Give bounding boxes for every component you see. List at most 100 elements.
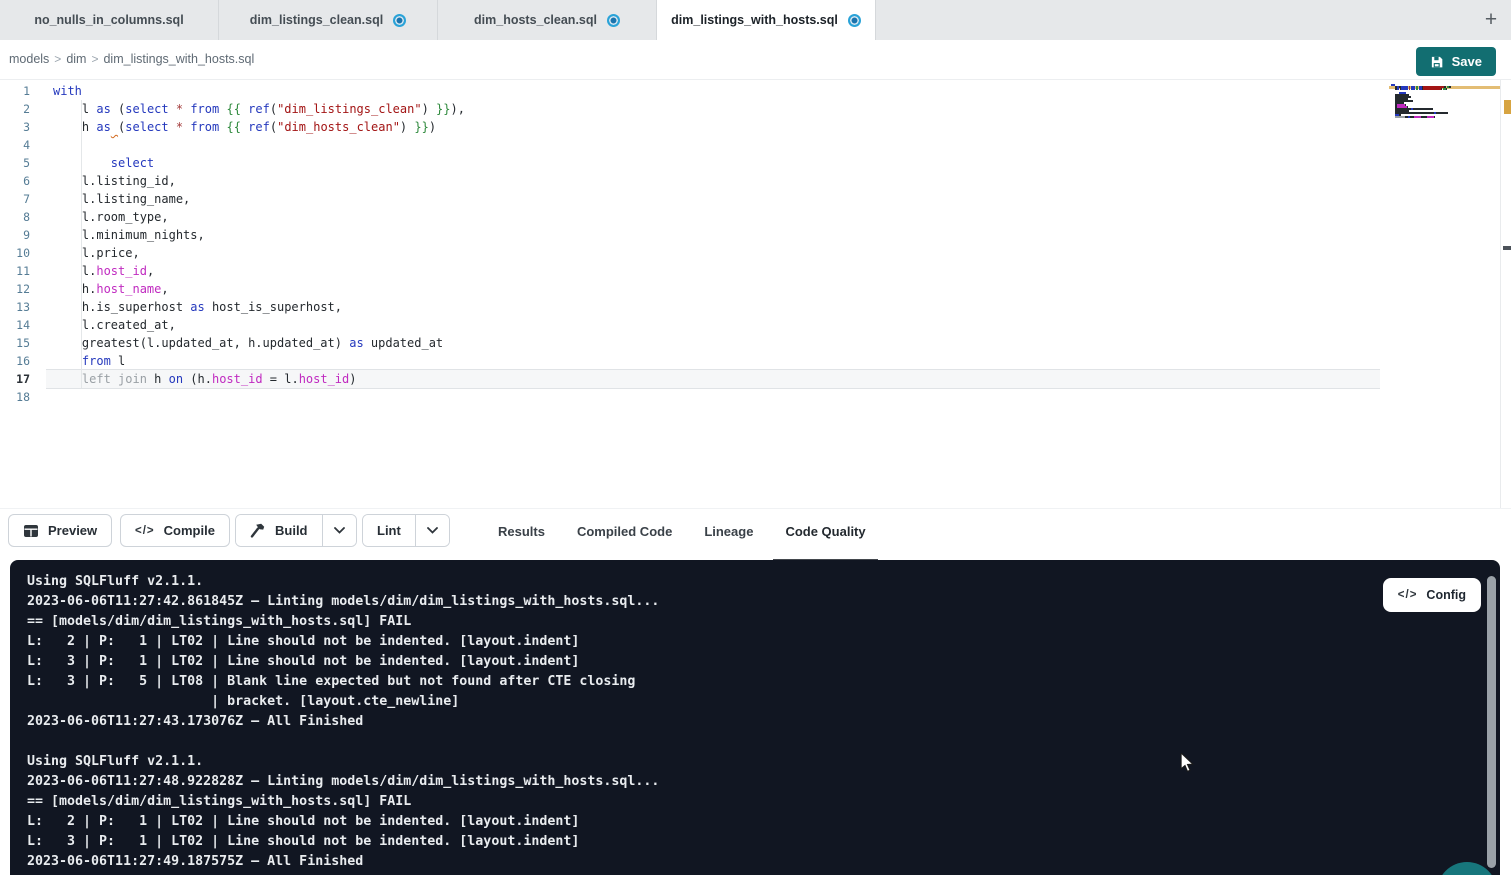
build-dropdown-button[interactable] [322,515,356,546]
code-token: as [96,120,110,134]
config-button[interactable]: </> Config [1383,578,1481,612]
build-button[interactable]: Build [236,515,322,546]
panel-tabs: ResultsCompiled CodeLineageCode Quality [486,509,878,553]
code-line[interactable]: l.price, [53,244,465,262]
line-number: 4 [0,136,46,154]
tab-label: dim_listings_with_hosts.sql [671,13,838,27]
config-button-label: Config [1426,588,1466,602]
unsaved-changes-dot-icon [848,14,861,27]
line-number: 18 [0,388,46,406]
code-line[interactable]: from l [53,352,465,370]
code-token [169,120,176,134]
code-line[interactable]: l.host_id, [53,262,465,280]
code-token: ( [270,102,277,116]
line-number: 6 [0,172,46,190]
minimap[interactable] [1389,84,1500,144]
code-token: ref [248,102,270,116]
editor-tab[interactable]: dim_hosts_clean.sql [438,0,657,40]
code-token: l.room_type, [53,210,169,224]
dbt-ide-window: no_nulls_in_columns.sql dim_listings_clea… [0,0,1511,875]
code-line[interactable]: l.listing_name, [53,190,465,208]
panel-tab-code-quality[interactable]: Code Quality [773,509,877,553]
code-token: from [190,120,219,134]
line-number: 3 [0,118,46,136]
line-number: 15 [0,334,46,352]
panel-tab-results[interactable]: Results [486,509,557,553]
editor-tab[interactable]: no_nulls_in_columns.sql [0,0,219,40]
line-number: 9 [0,226,46,244]
code-token: left join [82,372,147,386]
code-line[interactable] [53,388,465,406]
compile-button[interactable]: </> Compile [120,514,230,547]
code-token: l.price, [53,246,140,260]
mouse-cursor [1178,753,1196,773]
code-line[interactable]: l.created_at, [53,316,465,334]
code-line[interactable]: with [53,82,465,100]
line-number: 11 [0,262,46,280]
breadcrumb: models>dim>dim_listings_with_hosts.sql [9,52,254,66]
code-tag-icon: </> [135,525,155,537]
code-line[interactable]: l as (select * from {{ ref("dim_listings… [53,100,465,118]
lint-button-group: Lint [362,514,450,547]
code-token: ) [349,372,356,386]
tab-label: dim_listings_clean.sql [250,13,383,27]
code-line[interactable]: l.room_type, [53,208,465,226]
code-token: on [169,372,183,386]
code-line[interactable]: l.minimum_nights, [53,226,465,244]
code-token: ) [429,120,436,134]
code-token: h.is_superhost [53,300,190,314]
save-button[interactable]: Save [1416,47,1496,76]
code-line[interactable] [53,136,465,154]
table-grid-icon [23,524,39,538]
new-tab-button[interactable]: + [1477,6,1505,34]
scroll-cursor-marker [1503,246,1511,250]
editor-gutter: 123456789101112131415161718 [0,82,46,406]
lint-button[interactable]: Lint [363,515,415,546]
floppy-disk-icon [1430,55,1444,69]
preview-button[interactable]: Preview [8,514,112,547]
code-editor[interactable]: 123456789101112131415161718 with l as (s… [0,80,1511,508]
code-token: host_id [299,372,350,386]
code-token: as [190,300,204,314]
code-line[interactable]: h.host_name, [53,280,465,298]
panel-tab-lineage[interactable]: Lineage [692,509,765,553]
panel-tab-compiled-code[interactable]: Compiled Code [565,509,684,553]
code-token: "dim_hosts_clean" [277,120,400,134]
lint-dropdown-button[interactable] [415,515,449,546]
tab-label: dim_hosts_clean.sql [474,13,597,27]
code-token: , [161,282,168,296]
editor-tab[interactable]: dim_listings_with_hosts.sql [657,0,876,40]
code-token [53,156,111,170]
line-number: 16 [0,352,46,370]
terminal-scrollbar[interactable] [1487,576,1496,868]
code-line[interactable]: select [53,154,465,172]
editor-tab[interactable]: dim_listings_clean.sql [219,0,438,40]
code-token: h [147,372,169,386]
editor-scroll-gutter[interactable] [1500,80,1511,508]
code-line[interactable]: h.is_superhost as host_is_superhost, [53,298,465,316]
code-token: l [53,102,96,116]
code-token: updated_at [364,336,443,350]
tab-label: no_nulls_in_columns.sql [34,13,183,27]
save-button-label: Save [1452,54,1482,69]
code-token: l.minimum_nights, [53,228,205,242]
code-token: host_id [96,264,147,278]
code-token: host_name [96,282,161,296]
editor-code[interactable]: with l as (select * from {{ ref("dim_lis… [53,82,465,406]
code-token: "dim_listings_clean" [277,102,422,116]
breadcrumb-item: dim [66,52,86,66]
minimap-rows [1391,84,1451,120]
code-line[interactable]: l.listing_id, [53,172,465,190]
code-line[interactable]: h as (select * from {{ ref("dim_hosts_cl… [53,118,465,136]
unsaved-changes-dot-icon [607,14,620,27]
code-token [429,102,436,116]
code-token: from [190,102,219,116]
code-token: host_id [212,372,263,386]
hammer-icon [250,523,266,538]
code-token: ) [422,102,429,116]
code-token: {{ [226,120,240,134]
code-token: l [111,354,125,368]
code-line[interactable]: greatest(l.updated_at, h.updated_at) as … [53,334,465,352]
code-token: * [176,102,183,116]
code-line[interactable]: left join h on (h.host_id = l.host_id) [53,370,465,388]
